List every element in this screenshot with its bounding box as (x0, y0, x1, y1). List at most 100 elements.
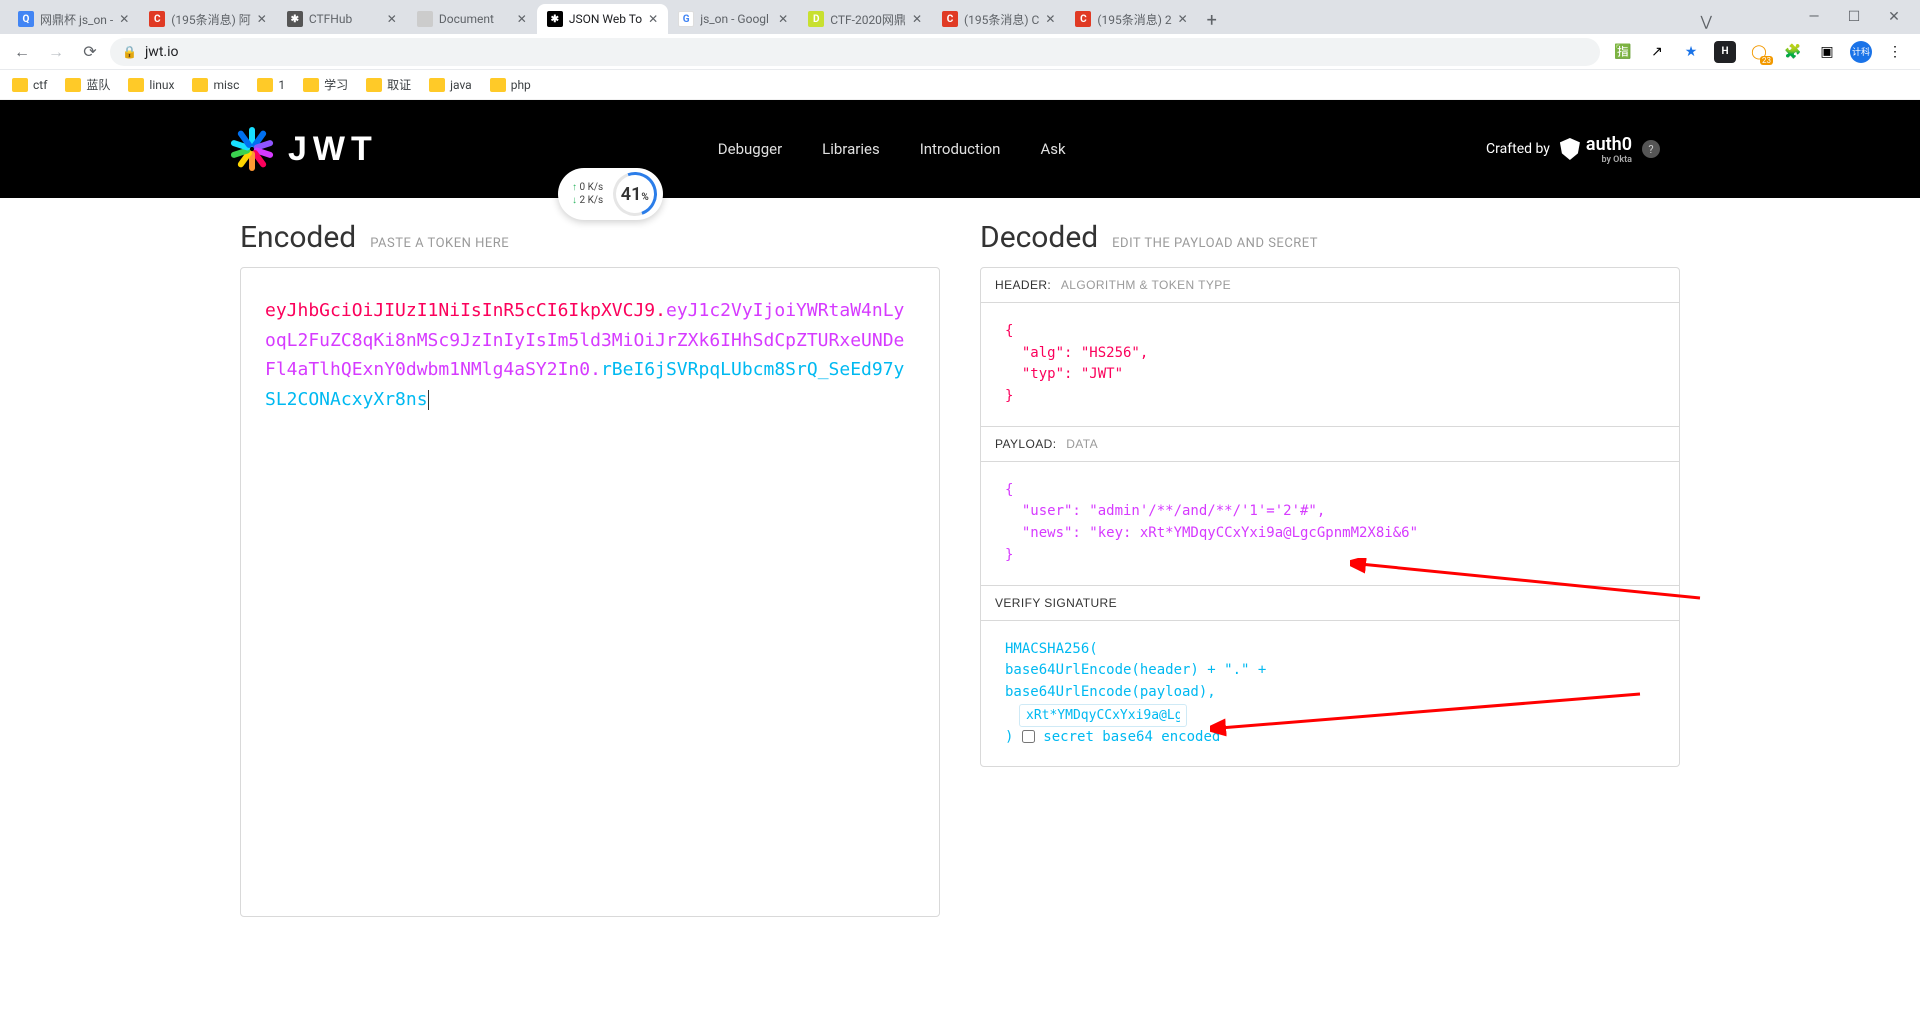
decoded-column: Decoded EDIT THE PAYLOAD AND SECRET HEAD… (980, 220, 1680, 917)
nav-reload-button[interactable]: ⟳ (76, 38, 104, 66)
tab-title: (195条消息) C (964, 11, 1039, 28)
bookmark-item[interactable]: 1 (257, 78, 285, 92)
bookmark-star-icon[interactable]: ★ (1680, 41, 1702, 63)
tab-favicon-icon (417, 11, 433, 27)
tab-close-button[interactable]: ✕ (517, 12, 527, 26)
tab-close-button[interactable]: ✕ (387, 12, 397, 26)
chrome-menu-button[interactable]: ⋮ (1884, 41, 1906, 63)
payload-section-label: PAYLOAD: DATA (981, 427, 1679, 462)
header-json-editor[interactable]: { "alg": "HS256", "typ": "JWT" } (981, 303, 1679, 427)
bookmark-item[interactable]: ctf (12, 78, 47, 92)
crafted-label: Crafted by (1486, 141, 1550, 157)
nav-forward-button[interactable]: → (42, 38, 70, 66)
encoded-token-input[interactable]: eyJhbGciOiJIUzI1NiIsInR5cCI6IkpXVCJ9.eyJ… (240, 267, 940, 917)
ext-ring-icon[interactable]: ◯ 23 (1748, 41, 1770, 63)
window-maximize-button[interactable]: ☐ (1846, 9, 1862, 25)
browser-tab[interactable]: Document ✕ (407, 4, 537, 34)
encoded-hint: PASTE A TOKEN HERE (370, 236, 509, 251)
bookmark-label: 1 (278, 78, 285, 92)
tab-close-button[interactable]: ✕ (119, 12, 129, 26)
bookmark-label: linux (149, 78, 174, 92)
share-icon[interactable]: ↗ (1646, 41, 1668, 63)
auth0-logo[interactable]: auth0 by Okta (1560, 134, 1632, 165)
signature-label: VERIFY SIGNATURE (995, 596, 1117, 610)
browser-tab[interactable]: C(195条消息) 阿✕ (139, 4, 277, 34)
translate-icon[interactable]: 🈯 (1612, 41, 1634, 63)
browser-tab[interactable]: Q网鼎杯 js_on - ✕ (8, 4, 139, 34)
bookmark-item[interactable]: java (429, 78, 472, 92)
browser-tab[interactable]: Gjs_on - Googl✕ (668, 4, 798, 34)
profile-avatar[interactable]: 计科 (1850, 41, 1872, 63)
ext-badge: 23 (1760, 56, 1773, 65)
extension-icons: 🈯 ↗ ★ H ◯ 23 🧩 ▣ 计科 ⋮ (1606, 41, 1912, 63)
encoded-title: Encoded PASTE A TOKEN HERE (240, 220, 940, 255)
bookmark-label: ctf (33, 78, 47, 92)
window-controls: — ☐ ✕ (1766, 0, 1920, 34)
browser-tab[interactable]: C(195条消息) 2✕ (1065, 4, 1197, 34)
bookmark-label: java (450, 78, 472, 92)
bookmark-item[interactable]: 取证 (366, 76, 411, 93)
nav-link[interactable]: Libraries (822, 140, 880, 158)
extensions-puzzle-icon[interactable]: 🧩 (1782, 41, 1804, 63)
bookmarks-bar: ctf 蓝队 linux misc 1 学习 取证 java php (0, 70, 1920, 100)
tab-close-button[interactable]: ✕ (648, 12, 658, 26)
network-speed-badge[interactable]: 0 K/s 2 K/s 41% (558, 168, 663, 220)
folder-icon (65, 78, 81, 92)
browser-tab[interactable]: C(195条消息) C✕ (932, 4, 1065, 34)
decoded-heading: Decoded (980, 220, 1098, 255)
tab-title: CTFHub (309, 12, 381, 26)
download-speed: 2 K/s (572, 194, 603, 207)
jwt-logo-mark-icon (230, 127, 274, 171)
tab-favicon-icon: Q (18, 11, 34, 27)
tab-title: CTF-2020网鼎 (830, 11, 906, 28)
ext-h-icon[interactable]: H (1714, 41, 1736, 63)
tab-title: Document (439, 12, 511, 26)
side-panel-icon[interactable]: ▣ (1816, 41, 1838, 63)
nav-link[interactable]: Debugger (718, 140, 782, 158)
payload-label: PAYLOAD: (995, 437, 1056, 451)
nav-link[interactable]: Ask (1040, 140, 1065, 158)
header-sublabel: ALGORITHM & TOKEN TYPE (1061, 278, 1231, 292)
jwt-logo[interactable]: JWT (230, 127, 378, 171)
new-tab-button[interactable]: + (1198, 6, 1226, 34)
nav-back-button[interactable]: ← (8, 38, 36, 66)
bookmark-item[interactable]: linux (128, 78, 174, 92)
secret-base64-checkbox[interactable] (1022, 730, 1035, 743)
speed-numbers: 0 K/s 2 K/s (572, 181, 603, 207)
help-icon[interactable]: ? (1642, 140, 1660, 158)
folder-icon (429, 78, 445, 92)
tab-title: JSON Web To (569, 12, 642, 26)
bookmark-item[interactable]: misc (192, 78, 239, 92)
omnibox[interactable]: 🔒 jwt.io (110, 38, 1600, 66)
nav-link[interactable]: Introduction (920, 140, 1001, 158)
browser-tab[interactable]: ✱CTFHub✕ (277, 4, 407, 34)
browser-tab[interactable]: ✱JSON Web To✕ (537, 4, 668, 34)
window-close-button[interactable]: ✕ (1886, 9, 1902, 25)
jwt-wordmark: JWT (288, 130, 378, 169)
browser-tab[interactable]: DCTF-2020网鼎✕ (798, 4, 932, 34)
token-dot2: . (590, 359, 601, 380)
decoded-hint: EDIT THE PAYLOAD AND SECRET (1112, 236, 1318, 251)
bookmark-item[interactable]: 蓝队 (65, 76, 110, 93)
window-minimize-button[interactable]: — (1806, 9, 1822, 25)
bookmark-label: 取证 (387, 76, 411, 93)
tab-close-button[interactable]: ✕ (257, 12, 267, 26)
payload-json-editor[interactable]: { "user": "admin'/**/and/**/'1'='2'#", "… (981, 462, 1679, 586)
sig-line-2: base64UrlEncode(header) + "." + (1005, 660, 1655, 682)
speed-pct-unit: % (642, 192, 649, 203)
tab-close-button[interactable]: ✕ (1178, 12, 1188, 26)
signature-body: HMACSHA256( base64UrlEncode(header) + ".… (981, 621, 1679, 767)
encoded-column: Encoded PASTE A TOKEN HERE eyJhbGciOiJIU… (240, 220, 940, 917)
crafted-by: Crafted by auth0 by Okta ? (1486, 134, 1660, 165)
folder-icon (192, 78, 208, 92)
tabs-dropdown-button[interactable]: ⋁ (1693, 10, 1720, 34)
bookmark-item[interactable]: 学习 (303, 76, 348, 93)
bookmark-item[interactable]: php (490, 78, 531, 92)
secret-input[interactable] (1019, 704, 1187, 727)
tab-close-button[interactable]: ✕ (1045, 12, 1055, 26)
tab-close-button[interactable]: ✕ (912, 12, 922, 26)
decoded-title: Decoded EDIT THE PAYLOAD AND SECRET (980, 220, 1680, 255)
tab-title: (195条消息) 2 (1097, 11, 1171, 28)
tab-close-button[interactable]: ✕ (778, 12, 788, 26)
tab-favicon-icon: G (678, 11, 694, 27)
